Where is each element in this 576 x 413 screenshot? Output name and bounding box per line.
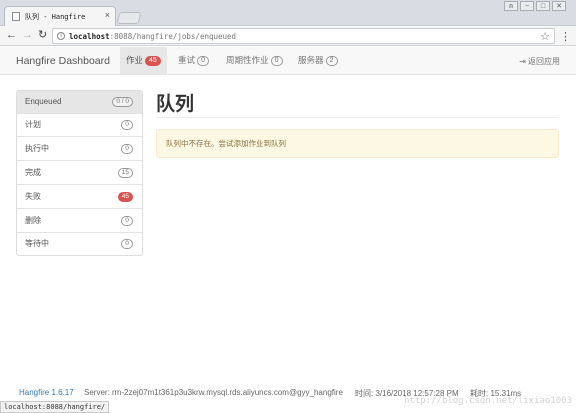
nav-item-jobs[interactable]: 作业 45 (120, 47, 167, 74)
forward-arrow-icon[interactable]: → (22, 29, 33, 42)
nav-item-label: 服务器 (298, 55, 324, 65)
count-badge: 0 (121, 144, 133, 154)
version-link[interactable]: Hangfire 1.6.17 (19, 388, 74, 397)
page-icon (12, 12, 20, 21)
sidebar-item-label: 失败 (25, 192, 41, 201)
browser-tab[interactable]: 队列 - Hangfire × (4, 6, 116, 26)
count-badge: 0 / 0 (112, 97, 133, 107)
reload-icon[interactable]: ↻ (38, 29, 47, 42)
sidebar-item-enqueued[interactable]: Enqueued 0 / 0 (17, 91, 142, 114)
count-badge: 45 (145, 55, 161, 66)
count-badge: 2 (325, 55, 338, 66)
brand-link[interactable]: Hangfire Dashboard (16, 55, 110, 67)
count-badge: 0 (270, 55, 283, 66)
menu-icon[interactable]: ⋮ (560, 30, 571, 43)
browser-tabstrip: 队列 - Hangfire × ⍝ − □ ✕ (0, 0, 576, 26)
url-host: localhost (69, 32, 110, 41)
star-icon[interactable]: ☆ (540, 30, 550, 43)
divider (156, 117, 559, 118)
sidebar-item-label: 删除 (25, 216, 41, 225)
count-badge: 0 (121, 216, 133, 226)
url-text[interactable]: localhost:8088/hangfire/jobs/enqueued (69, 32, 236, 41)
url-path: :8088/hangfire/jobs/enqueued (109, 32, 237, 41)
count-badge: 0 (121, 120, 133, 130)
jobs-sidebar: Enqueued 0 / 0 计划 0 执行中 0 完成 15 失败 45 删除… (16, 90, 143, 256)
new-tab-button[interactable] (116, 12, 142, 24)
nav-item-recurring[interactable]: 周期性作业 0 (220, 47, 289, 74)
browser-toolbar: ← → ↻ i localhost:8088/hangfire/jobs/enq… (0, 26, 576, 46)
back-arrow-icon[interactable]: ← (6, 29, 17, 42)
sidebar-item-processing[interactable]: 执行中 0 (17, 138, 142, 161)
tab-title: 队列 - Hangfire (25, 13, 86, 21)
sidebar-item-label: 完成 (25, 168, 41, 177)
page-title: 队列 (156, 94, 195, 115)
address-bar[interactable]: i localhost:8088/hangfire/jobs/enqueued … (52, 28, 555, 44)
count-badge: 0 (197, 55, 210, 66)
maximize-icon[interactable]: □ (536, 1, 550, 11)
user-icon[interactable]: ⍝ (504, 1, 518, 11)
count-badge: 0 (121, 239, 133, 249)
sidebar-item-label: Enqueued (25, 97, 62, 106)
sidebar-item-failed[interactable]: 失败 45 (17, 186, 142, 209)
nav-item-servers[interactable]: 服务器 2 (292, 47, 344, 74)
exit-icon: ⇥ (519, 57, 526, 66)
back-to-app-label: 返回应用 (528, 57, 560, 66)
window-close-icon[interactable]: ✕ (552, 1, 566, 11)
nav-item-label: 作业 (126, 55, 144, 65)
app-navbar: Hangfire Dashboard 作业 45 重试 0 周期性作业 0 服务器 2 … (0, 47, 576, 75)
sidebar-item-label: 计划 (25, 120, 41, 129)
sidebar-item-awaiting[interactable]: 等待中 0 (17, 233, 142, 256)
info-icon[interactable]: i (57, 32, 65, 40)
count-badge: 15 (117, 168, 133, 178)
minimize-icon[interactable]: − (520, 1, 534, 11)
sidebar-item-succeeded[interactable]: 完成 15 (17, 162, 142, 185)
empty-queue-alert: 队列中不存在。尝试添加作业到队列 (156, 129, 559, 158)
back-to-app-link[interactable]: ⇥ 返回应用 (519, 56, 560, 67)
close-icon[interactable]: × (105, 10, 110, 20)
watermark: http://blog.csdn.net/lixiao1003 (404, 396, 572, 406)
count-badge: 45 (117, 192, 133, 202)
sidebar-item-deleted[interactable]: 删除 0 (17, 210, 142, 233)
status-bar-url: localhost:8088/hangfire/ (0, 401, 110, 413)
nav-item-label: 周期性作业 (226, 55, 269, 65)
server-info: Server: rm-2zej07m1t361p3u3krw.mysql.rds… (84, 388, 343, 397)
nav-item-label: 重试 (178, 55, 196, 65)
nav-item-retries[interactable]: 重试 0 (172, 47, 215, 74)
sidebar-item-scheduled[interactable]: 计划 0 (17, 114, 142, 137)
sidebar-item-label: 执行中 (25, 144, 49, 153)
sidebar-item-label: 等待中 (25, 239, 49, 248)
